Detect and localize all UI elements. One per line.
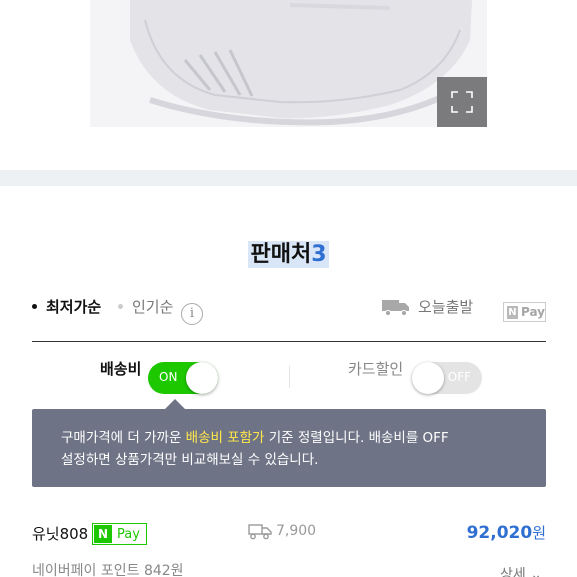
npay-filter[interactable]: N Pay xyxy=(503,302,546,322)
product-photo[interactable] xyxy=(90,0,487,127)
toggle-knob xyxy=(186,362,218,394)
today-shipping-filter[interactable]: 오늘출발 xyxy=(382,296,473,317)
vertical-separator xyxy=(289,366,290,388)
npay-points: 네이버페이 포인트 842원 xyxy=(32,563,184,577)
toggle-knob xyxy=(412,362,444,394)
price-value: 92,020 xyxy=(466,523,533,543)
seller-count: 3 xyxy=(311,242,327,267)
npay-n-icon: N xyxy=(507,305,518,319)
bullet-icon xyxy=(118,304,123,309)
selected-bullet-icon xyxy=(32,304,37,309)
tooltip-highlight: 배송비 포함가 xyxy=(185,430,265,446)
today-shipping-label: 오늘출발 xyxy=(418,298,474,316)
toggle-on-text: ON xyxy=(159,370,178,384)
price-currency: 원 xyxy=(532,524,546,542)
tooltip-arrow xyxy=(165,399,185,409)
tooltip-line-2: 설정하면 상품가격만 비교해보실 수 있습니다. xyxy=(61,452,319,468)
sort-lowest-label: 최저가순 xyxy=(46,298,102,316)
npay-pay-label: Pay xyxy=(520,305,545,319)
sort-popularity[interactable]: 인기순 xyxy=(118,296,173,317)
seller-section-title: 판매처3 xyxy=(0,236,577,268)
shipping-fee-label: 배송비 xyxy=(100,360,142,378)
offer-row[interactable]: 유닛808 N Pay 7,900 92,020원 xyxy=(32,520,546,550)
product-image-area xyxy=(0,0,577,170)
divider-line xyxy=(32,341,546,342)
npay-n-icon: N xyxy=(94,525,112,543)
seller-title-text: 판매처 xyxy=(250,242,312,267)
sort-lowest-price[interactable]: 최저가순 xyxy=(32,296,101,317)
toggle-off-text: OFF xyxy=(447,370,471,384)
section-divider xyxy=(0,170,577,186)
tooltip-line-1: 구매가격에 더 가까운 배송비 포함가 기준 정렬입니다. 배송비를 OFF xyxy=(61,430,449,446)
card-discount-label: 카드할인 xyxy=(348,360,404,378)
card-discount-toggle[interactable]: OFF xyxy=(412,362,482,394)
fullscreen-expand-icon xyxy=(451,91,473,113)
info-icon[interactable]: i xyxy=(181,303,203,325)
npay-badge: N Pay xyxy=(92,523,147,545)
shipping-fee: 7,900 xyxy=(248,522,316,540)
shipping-tooltip: 구매가격에 더 가까운 배송비 포함가 기준 정렬입니다. 배송비를 OFF 설… xyxy=(32,409,546,487)
sneaker-image xyxy=(130,0,472,126)
seller-name[interactable]: 유닛808 xyxy=(32,523,88,544)
offer-price[interactable]: 92,020원 xyxy=(467,522,546,543)
sort-bar: 최저가순 인기순 i 오늘출발 N Pay xyxy=(32,292,546,326)
fullscreen-button[interactable] xyxy=(437,77,487,127)
truck-outline-icon xyxy=(248,524,272,540)
shipping-fee-toggle[interactable]: ON xyxy=(148,362,218,394)
detail-link[interactable]: 상세 ⌄ xyxy=(500,564,542,577)
shipping-fee-value: 7,900 xyxy=(276,523,317,539)
truck-icon xyxy=(382,299,409,316)
sort-popular-label: 인기순 xyxy=(132,298,174,316)
filter-toggles: 배송비 ON 카드할인 OFF xyxy=(32,352,546,402)
npay-pay-label: Pay xyxy=(117,526,140,542)
